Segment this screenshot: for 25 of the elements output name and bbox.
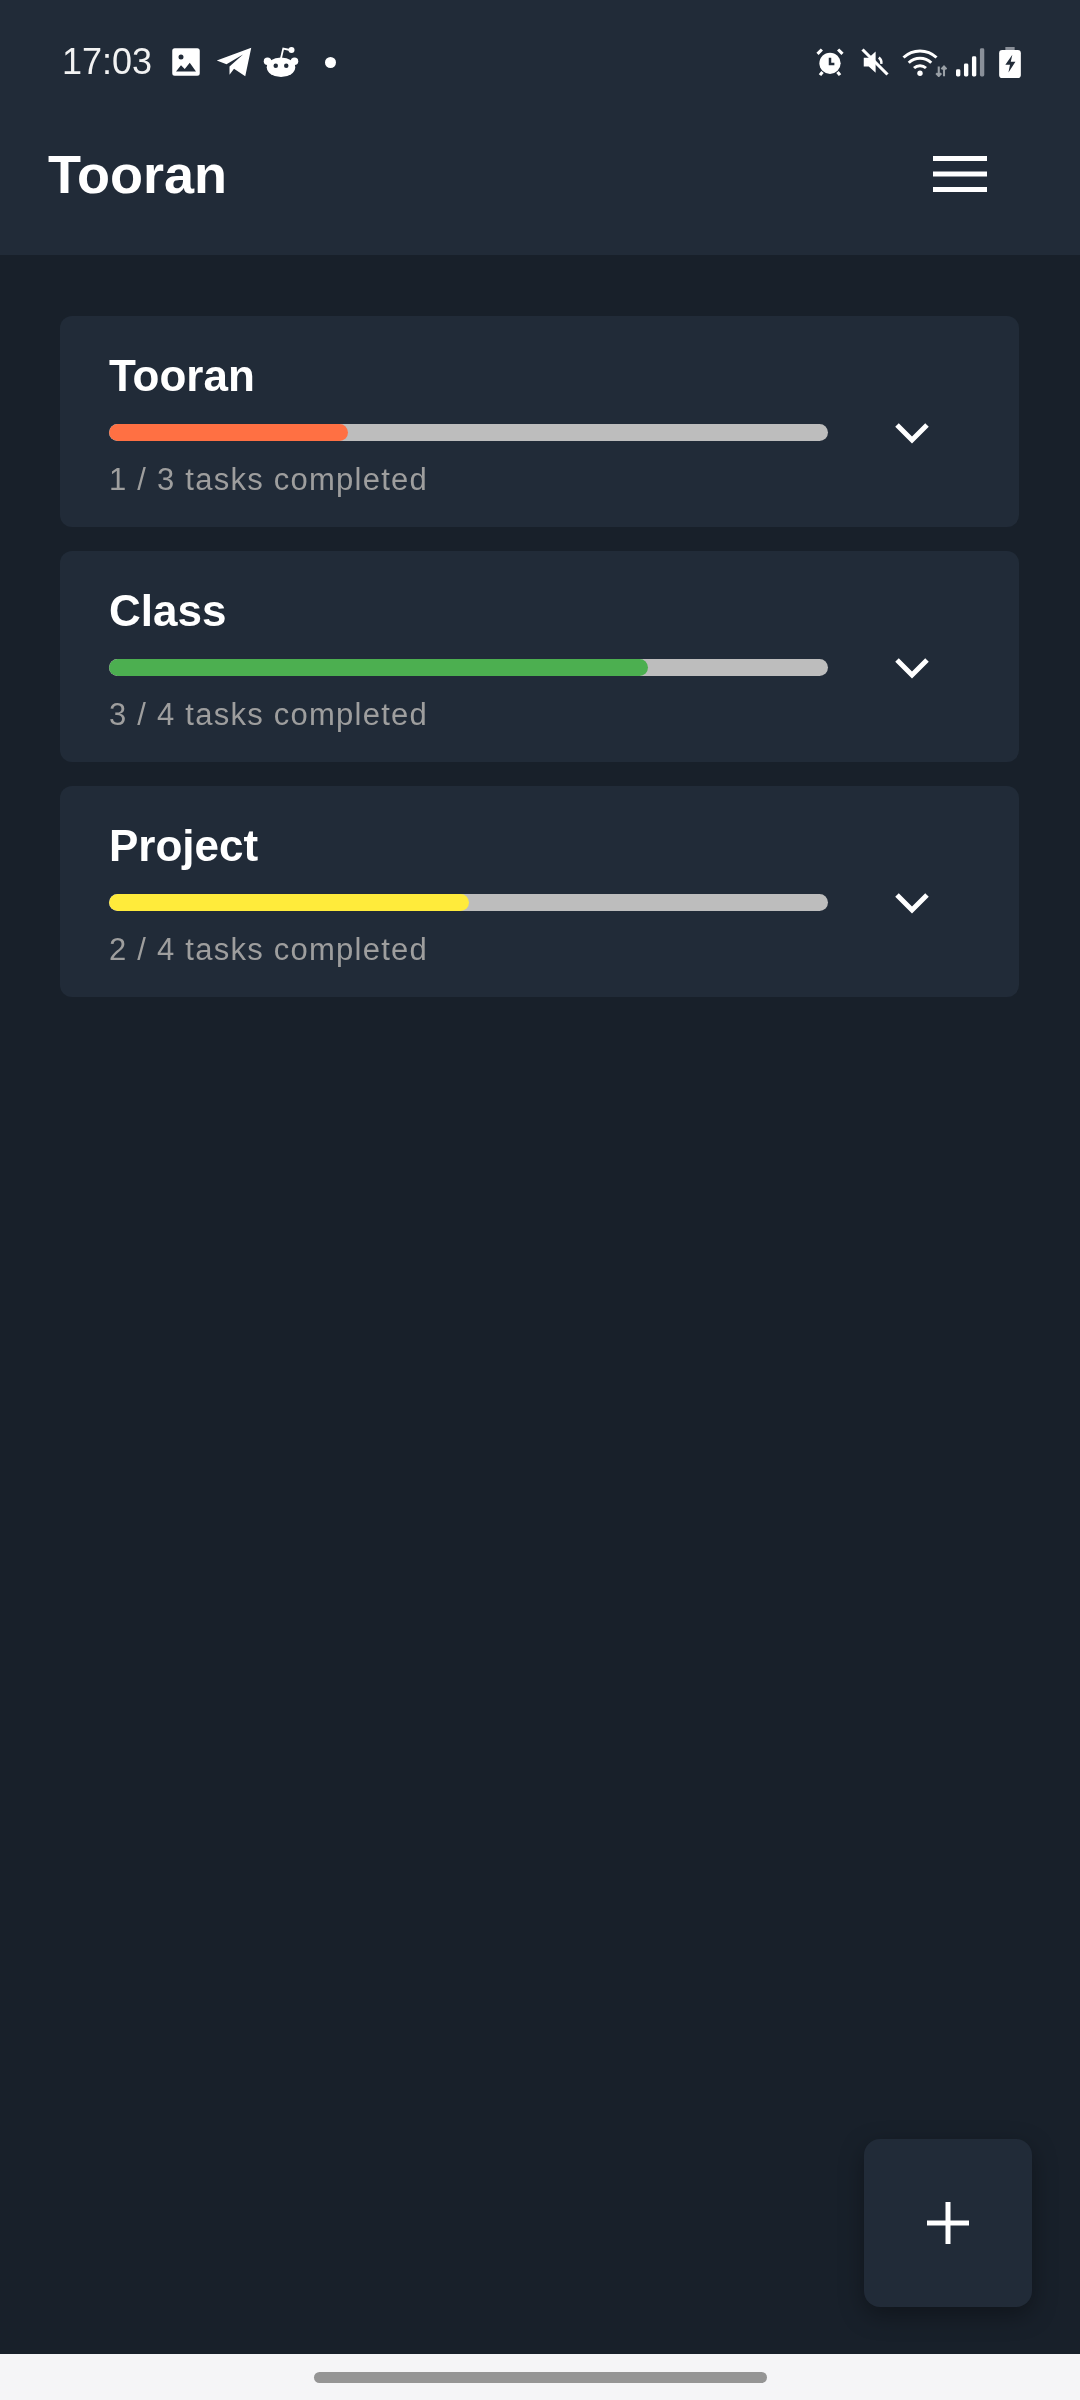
plus-icon bbox=[927, 2202, 969, 2244]
project-card[interactable]: Class 3 / 4 tasks completed bbox=[60, 551, 1019, 762]
chevron-down-icon[interactable] bbox=[894, 422, 930, 444]
menu-icon[interactable] bbox=[933, 156, 987, 192]
chevron-down-icon[interactable] bbox=[894, 657, 930, 679]
dot-icon bbox=[325, 56, 337, 68]
progress-summary: 1 / 3 tasks completed bbox=[109, 461, 428, 499]
project-title: Class bbox=[109, 585, 227, 637]
progress-summary: 2 / 4 tasks completed bbox=[109, 931, 428, 969]
muted-speaker-icon bbox=[860, 47, 890, 77]
battery-icon bbox=[999, 46, 1021, 78]
status-time: 17:03 bbox=[62, 44, 153, 80]
alien-icon bbox=[263, 46, 300, 78]
alarm-clock-icon bbox=[815, 47, 845, 77]
project-card[interactable]: Project 2 / 4 tasks completed bbox=[60, 786, 1019, 997]
wifi-icon bbox=[902, 47, 947, 77]
progress-summary: 3 / 4 tasks completed bbox=[109, 696, 428, 734]
project-card[interactable]: Tooran 1 / 3 tasks completed bbox=[60, 316, 1019, 527]
paper-plane-icon bbox=[216, 47, 253, 77]
project-title: Tooran bbox=[109, 350, 255, 402]
project-title: Project bbox=[109, 820, 259, 872]
image-icon bbox=[171, 47, 202, 77]
signal-icon bbox=[956, 47, 985, 77]
chevron-down-icon[interactable] bbox=[894, 892, 930, 914]
app-title: Tooran bbox=[48, 147, 227, 201]
